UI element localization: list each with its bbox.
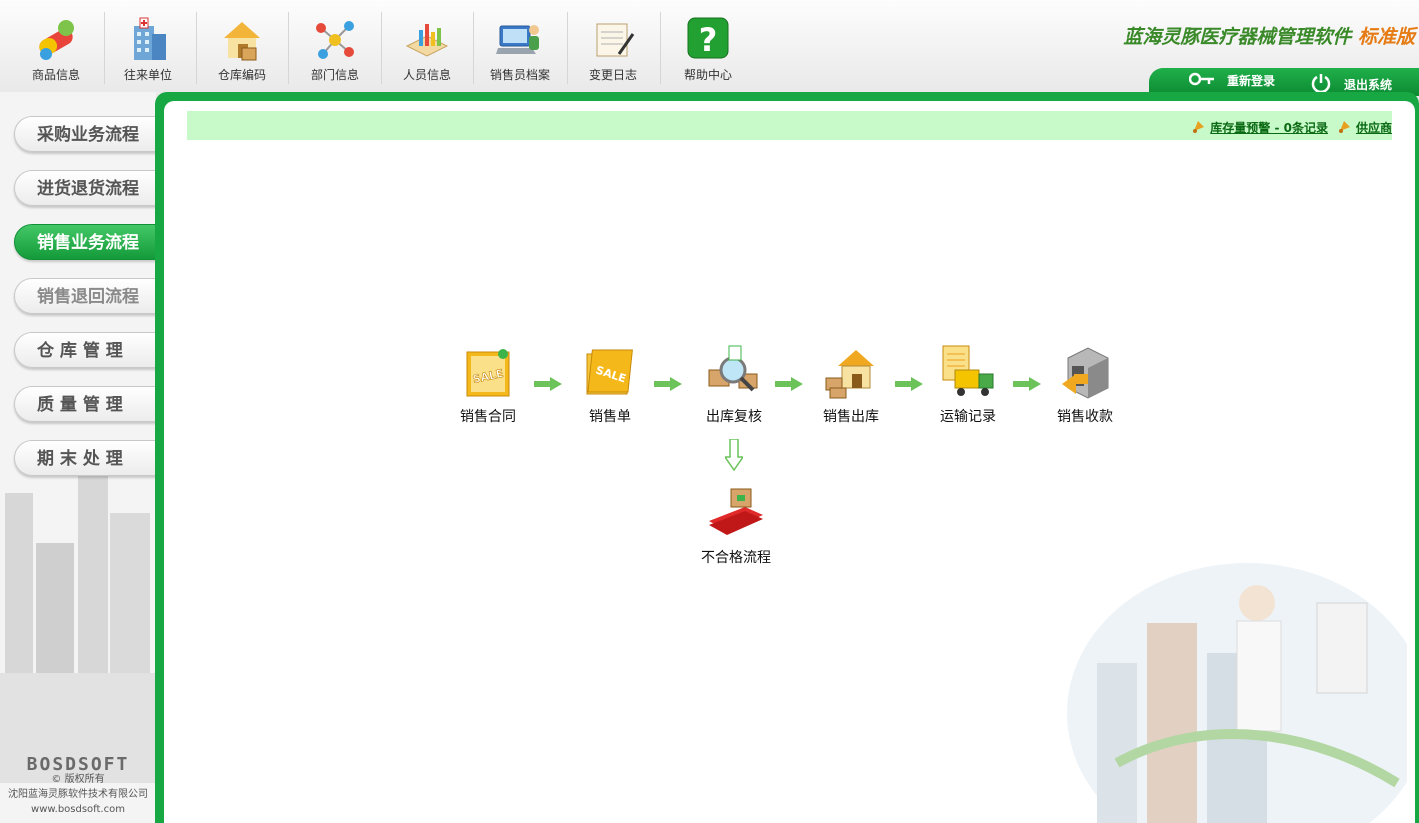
tool-staff-info[interactable]: 人员信息 bbox=[381, 8, 473, 88]
flow-arrow bbox=[534, 377, 562, 391]
help-icon: ? bbox=[684, 16, 732, 64]
stock-warning-label: 库存量预警 - 0条记录 bbox=[1210, 121, 1328, 135]
flow-step-label: 销售单 bbox=[589, 409, 631, 425]
nav-label: 进货退货流程 bbox=[37, 179, 139, 199]
tool-salesman-file[interactable]: 销售员档案 bbox=[474, 8, 566, 88]
flow-step-label: 销售出库 bbox=[823, 409, 879, 425]
alert-links: 库存量预警 - 0条记录 供应商 bbox=[1192, 119, 1392, 136]
relogin-label: 重新登录 bbox=[1227, 74, 1276, 88]
people-chart-icon bbox=[403, 16, 451, 64]
notepad-icon bbox=[589, 16, 637, 64]
stock-warning-link[interactable]: 库存量预警 - 0条记录 bbox=[1192, 119, 1328, 136]
tool-warehouse-code[interactable]: 仓库编码 bbox=[196, 8, 288, 88]
nav-label: 销售退回流程 bbox=[37, 287, 139, 307]
brand-title: 蓝海灵豚医疗器械管理软件 标准版 bbox=[1123, 22, 1415, 49]
tool-partners[interactable]: 往来单位 bbox=[102, 8, 194, 88]
top-toolbar: 商品信息 往来单位 仓库编码 部门信息 人员信息 销售员档案 变更日志 ? 帮助… bbox=[0, 0, 1419, 96]
company-logo: BOSDSOFT bbox=[26, 754, 130, 775]
flow-step-label: 出库复核 bbox=[706, 409, 762, 425]
tool-department-info[interactable]: 部门信息 bbox=[289, 8, 381, 88]
flow-step-outbound-review[interactable]: 出库复核 bbox=[684, 344, 784, 426]
flow-branch-rejected[interactable]: 不合格流程 bbox=[686, 485, 786, 567]
supplier-warning-label: 供应商 bbox=[1355, 121, 1392, 135]
tool-label: 帮助中心 bbox=[683, 68, 732, 82]
sidebar: 采购业务流程 进货退货流程 销售业务流程 销售退回流程 仓 库 管 理 质 量 … bbox=[0, 92, 156, 823]
salesman-laptop-icon bbox=[496, 16, 544, 64]
inspection-icon bbox=[705, 344, 763, 402]
alert-bar: 库存量预警 - 0条记录 供应商 bbox=[187, 111, 1392, 140]
copyright-footer: BOSDSOFT © 版权所有 沈阳蓝海灵豚软件技术有限公司 www.bosds… bbox=[0, 754, 156, 817]
sale-folder-icon: SALE bbox=[581, 344, 639, 402]
svg-text:?: ? bbox=[699, 21, 718, 59]
tool-change-log[interactable]: 变更日志 bbox=[567, 8, 659, 88]
flow-step-label: 销售合同 bbox=[460, 409, 516, 425]
flow-arrow bbox=[654, 377, 682, 391]
rejected-goods-icon bbox=[707, 485, 765, 543]
nav-label: 期 末 处 理 bbox=[37, 449, 123, 469]
nav-quality-management[interactable]: 质 量 管 理 bbox=[14, 386, 156, 422]
nav-period-end[interactable]: 期 末 处 理 bbox=[14, 440, 156, 476]
nav-label: 采购业务流程 bbox=[37, 125, 139, 145]
tool-label: 销售员档案 bbox=[489, 68, 550, 82]
company-name: 沈阳蓝海灵豚软件技术有限公司 bbox=[8, 789, 148, 800]
tool-label: 商品信息 bbox=[31, 68, 80, 82]
nav-purchase-flow[interactable]: 采购业务流程 bbox=[14, 116, 156, 152]
sale-contract-icon: SALE bbox=[459, 344, 517, 402]
copyright-text: © 版权所有 bbox=[51, 774, 105, 785]
flow-step-transport-record[interactable]: 运输记录 bbox=[918, 344, 1018, 426]
flow-step-sales-outbound[interactable]: 销售出库 bbox=[801, 344, 901, 426]
medicine-icon bbox=[32, 16, 80, 64]
brand-name: 蓝海灵豚医疗器械管理软件 bbox=[1123, 26, 1352, 48]
tool-label: 仓库编码 bbox=[217, 68, 266, 82]
main-panel: 库存量预警 - 0条记录 供应商 SALE 销售合同 SALE 销售单 出库复核 bbox=[155, 92, 1419, 823]
truck-icon bbox=[939, 344, 997, 402]
nav-purchase-return-flow[interactable]: 进货退货流程 bbox=[14, 170, 156, 206]
hospital-icon bbox=[124, 16, 172, 64]
company-url[interactable]: www.bosdsoft.com bbox=[0, 802, 156, 817]
tool-label: 往来单位 bbox=[123, 68, 172, 82]
bell-icon bbox=[1192, 119, 1206, 136]
flow-step-sales-payment[interactable]: 销售收款 bbox=[1035, 344, 1135, 426]
decorative-illustration bbox=[1057, 543, 1415, 823]
nav-label: 仓 库 管 理 bbox=[37, 341, 123, 361]
nav-label: 质 量 管 理 bbox=[37, 395, 123, 415]
relogin-button[interactable]: 重新登录 bbox=[1188, 72, 1276, 89]
tool-help-center[interactable]: ? 帮助中心 bbox=[662, 8, 754, 88]
flow-step-label: 不合格流程 bbox=[701, 550, 771, 566]
flow-step-sales-contract[interactable]: SALE 销售合同 bbox=[438, 344, 538, 426]
nav-warehouse-management[interactable]: 仓 库 管 理 bbox=[14, 332, 156, 368]
tool-label: 部门信息 bbox=[310, 68, 359, 82]
logout-label: 退出系统 bbox=[1344, 78, 1393, 92]
tool-product-info[interactable]: 商品信息 bbox=[10, 8, 102, 88]
nav-label: 销售业务流程 bbox=[37, 233, 139, 253]
tool-label: 人员信息 bbox=[402, 68, 451, 82]
molecule-icon bbox=[311, 16, 359, 64]
flow-content: 库存量预警 - 0条记录 供应商 SALE 销售合同 SALE 销售单 出库复核 bbox=[164, 101, 1415, 823]
supplier-warning-link[interactable]: 供应商 bbox=[1338, 119, 1392, 136]
brand-edition: 标准版 bbox=[1357, 26, 1415, 48]
bell-icon bbox=[1338, 119, 1352, 136]
branch-arrow bbox=[725, 439, 743, 471]
flow-step-label: 销售收款 bbox=[1057, 409, 1113, 425]
flow-arrow bbox=[775, 377, 803, 391]
nav-sales-flow[interactable]: 销售业务流程 bbox=[14, 224, 156, 260]
house-outbound-icon bbox=[822, 344, 880, 402]
key-icon bbox=[1188, 72, 1215, 89]
safe-payment-icon bbox=[1056, 344, 1114, 402]
tool-label: 变更日志 bbox=[588, 68, 637, 82]
warehouse-icon bbox=[218, 16, 266, 64]
flow-step-label: 运输记录 bbox=[940, 409, 996, 425]
flow-step-sales-order[interactable]: SALE 销售单 bbox=[560, 344, 660, 426]
nav-sales-return-flow[interactable]: 销售退回流程 bbox=[14, 278, 156, 314]
